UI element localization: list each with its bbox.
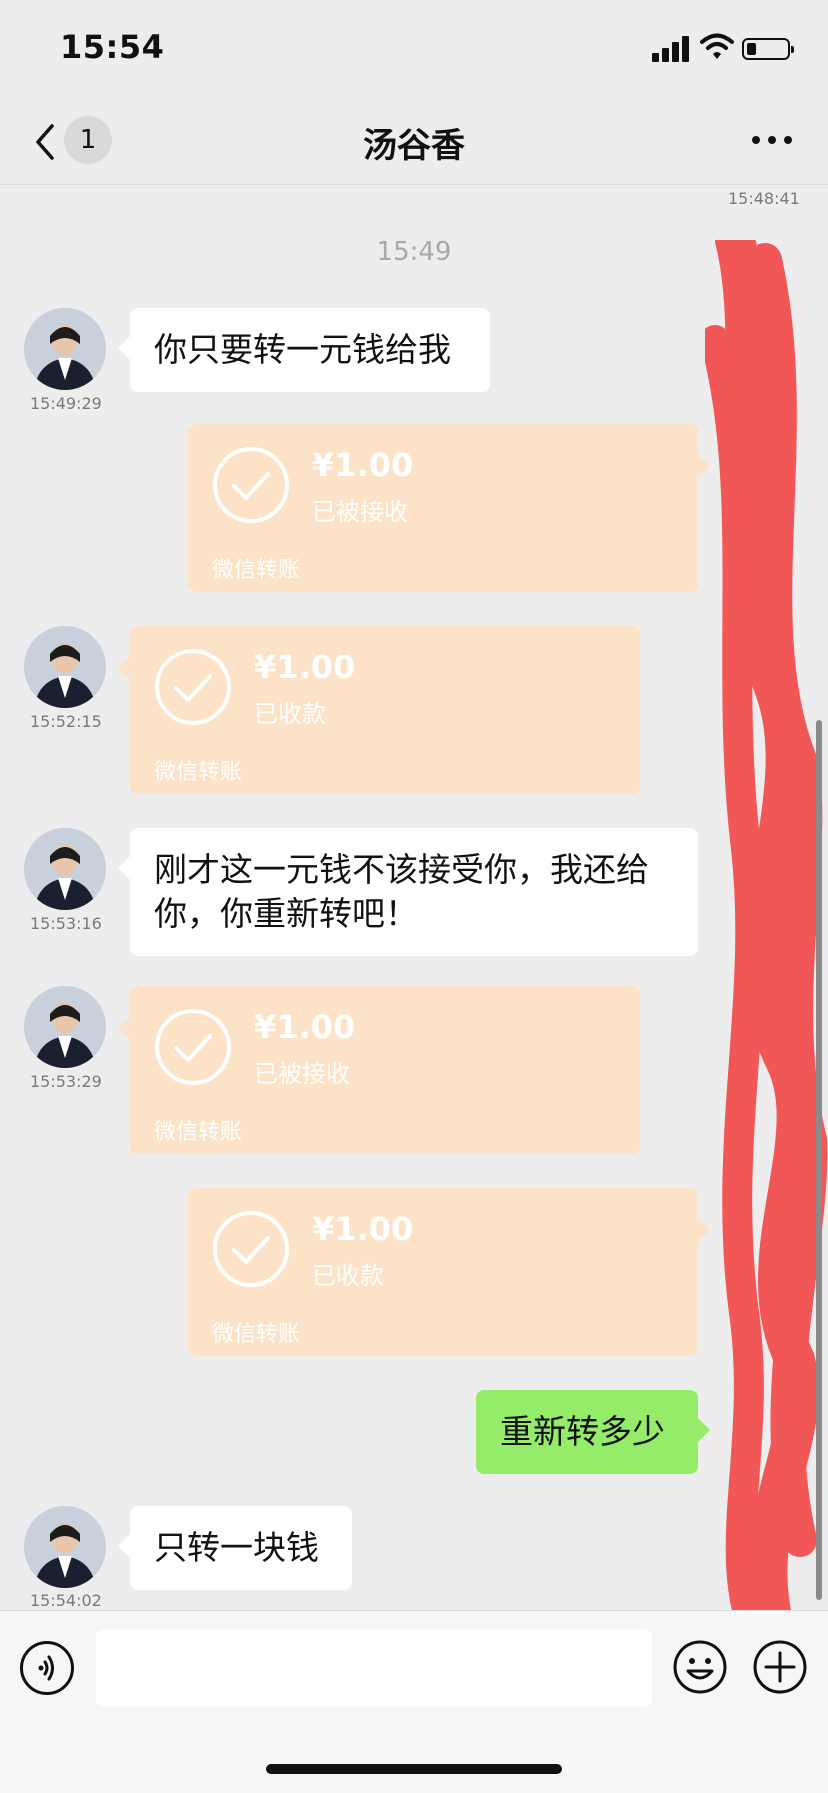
transfer-status: 已收款 [254,700,326,728]
outgoing-text-bubble[interactable]: 重新转多少 [476,1390,710,1474]
message-time: 15:52:15 [30,712,102,731]
message-time: 15:49:29 [30,394,102,413]
message-time: 15:53:16 [30,914,102,933]
transfer-amount: ¥1.00 [312,446,414,484]
transfer-amount: ¥1.00 [312,1210,414,1248]
status-bar: 15:54 [0,0,828,100]
redaction-scribble [705,240,828,1630]
status-time: 15:54 [60,28,165,66]
time-divider: 15:49 [376,237,452,267]
incoming-transfer-card[interactable]: ¥1.00 已被接收 微信转账 [118,986,640,1154]
transfer-footer: 微信转账 [212,558,301,583]
message-time: 15:54:02 [30,1591,102,1610]
transfer-status: 已收款 [312,1262,384,1290]
check-circle-icon [155,1009,231,1085]
incoming-text-bubble[interactable]: 只转一块钱 [118,1506,352,1590]
contact-avatar[interactable] [24,626,106,708]
chat-title: 汤谷香 [363,126,465,166]
message-text: 你只要转一元钱给我 [154,330,451,369]
message-time: 15:53:29 [30,1072,102,1091]
more-icon[interactable] [752,136,792,146]
transfer-status: 已被接收 [254,1060,350,1088]
contact-avatar[interactable] [24,986,106,1068]
transfer-amount: ¥1.00 [254,1008,356,1046]
message-time: 15:48:41 [728,189,800,208]
message-input[interactable] [96,1629,652,1707]
message-text: 只转一块钱 [154,1528,319,1567]
transfer-footer: 微信转账 [154,1120,243,1145]
home-indicator [266,1764,562,1774]
voice-icon[interactable] [20,1641,74,1695]
transfer-footer: 微信转账 [154,760,243,785]
contact-avatar[interactable] [24,1506,106,1588]
transfer-status: 已被接收 [312,498,408,526]
signal-icon [652,34,692,62]
transfer-footer: 微信转账 [212,1322,301,1347]
outgoing-transfer-card[interactable]: ¥1.00 已被接收 微信转账 [188,424,710,592]
battery-icon [742,38,794,60]
incoming-text-bubble[interactable]: 刚才这一元钱不该接受你，我还给 你，你重新转吧！ [118,828,698,956]
check-circle-icon [213,1211,289,1287]
contact-avatar[interactable] [24,308,106,390]
message-text-line: 刚才这一元钱不该接受你，我还给 [154,850,649,889]
contact-avatar[interactable] [24,828,106,910]
incoming-transfer-card[interactable]: ¥1.00 已收款 微信转账 [118,626,640,794]
chat-area[interactable]: 15:48:41 15:49 15:49:29 你只要转一元钱给我 ¥1.00 … [0,185,828,1610]
message-text: 重新转多少 [500,1412,665,1451]
check-circle-icon [213,447,289,523]
check-circle-icon [155,649,231,725]
emoji-icon[interactable] [672,1639,728,1695]
scrollbar[interactable] [816,720,822,1600]
outgoing-transfer-card[interactable]: ¥1.00 已收款 微信转账 [188,1188,710,1356]
transfer-amount: ¥1.00 [254,648,356,686]
plus-icon[interactable] [752,1639,808,1695]
wifi-icon [700,33,734,59]
incoming-text-bubble[interactable]: 你只要转一元钱给我 [118,308,490,392]
message-text-line: 你，你重新转吧！ [154,894,418,933]
